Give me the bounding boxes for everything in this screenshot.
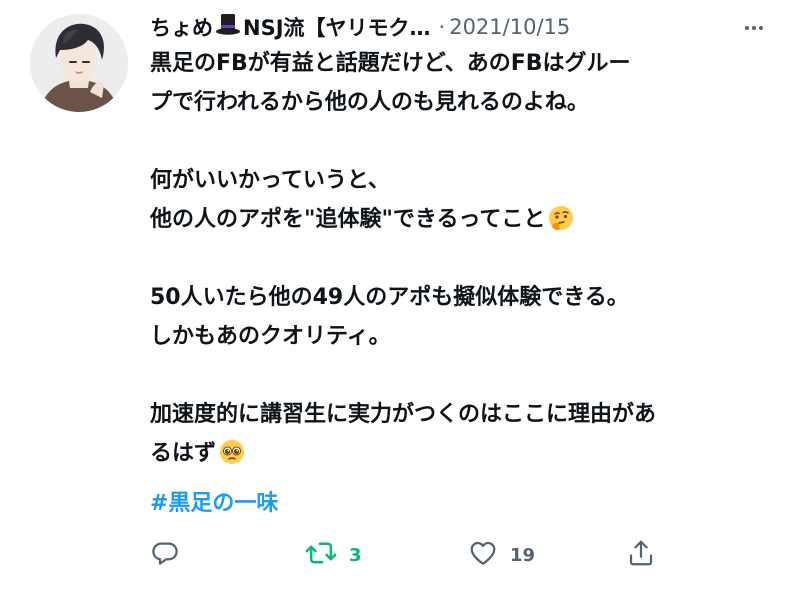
avatar[interactable] <box>30 14 128 112</box>
tweet-text: 黒足のFBが有益と話題だけど、あのFBはグルー プで行われるから他の人のも見れる… <box>150 44 780 473</box>
like-count: 19 <box>510 544 536 566</box>
more-icon[interactable] <box>742 16 766 44</box>
share-icon <box>626 538 656 572</box>
tweet-line: 加速度的に講習生に実力がつくのはここに理由があ <box>150 402 657 427</box>
reply-icon <box>150 538 180 572</box>
tweet-line: 50人いたら他の49人のアポも擬似体験できる。 <box>150 285 629 310</box>
tweet-line-text: 他の人のアポを"追体験"できるってこと <box>150 207 546 232</box>
header-separator: · <box>438 15 446 39</box>
pleading-face-icon <box>218 438 246 479</box>
reply-button[interactable] <box>150 535 180 575</box>
avatar-image <box>30 14 128 112</box>
retweet-icon <box>305 538 337 572</box>
retweet-count: 3 <box>349 544 362 566</box>
tweet-line-with-emoji: 他の人のアポを"追体験"できるってこと <box>150 200 780 239</box>
tweet-line-text: るはず <box>150 441 217 466</box>
tweet-line: 黒足のFBが有益と話題だけど、あのFBはグルー <box>150 51 631 76</box>
action-bar: 3 19 <box>150 535 670 575</box>
like-button[interactable]: 19 <box>468 535 535 575</box>
retweet-button[interactable]: 3 <box>305 535 362 575</box>
tweet-line: 何がいいかっていうと、 <box>150 168 391 193</box>
author-name-suffix[interactable]: NSJ流【ヤリモク… <box>243 12 431 42</box>
tweet-line: プで行われるから他の人のも見れるのよね。 <box>150 90 589 115</box>
top-hat-icon <box>215 13 241 41</box>
hashtag-link[interactable]: #黒足の一味 <box>150 485 278 517</box>
tweet-date[interactable]: 2021/10/15 <box>449 15 570 39</box>
tweet-header: ちょめ NSJ流【ヤリモク… · 2021/10/15 <box>150 10 780 44</box>
share-button[interactable] <box>626 535 656 575</box>
tweet-line: しかもあのクオリティ。 <box>150 324 391 349</box>
tweet-line-with-emoji: るはず <box>150 434 780 473</box>
thinking-face-icon <box>547 204 575 245</box>
author-name[interactable]: ちょめ <box>150 12 213 42</box>
like-icon <box>468 538 498 572</box>
